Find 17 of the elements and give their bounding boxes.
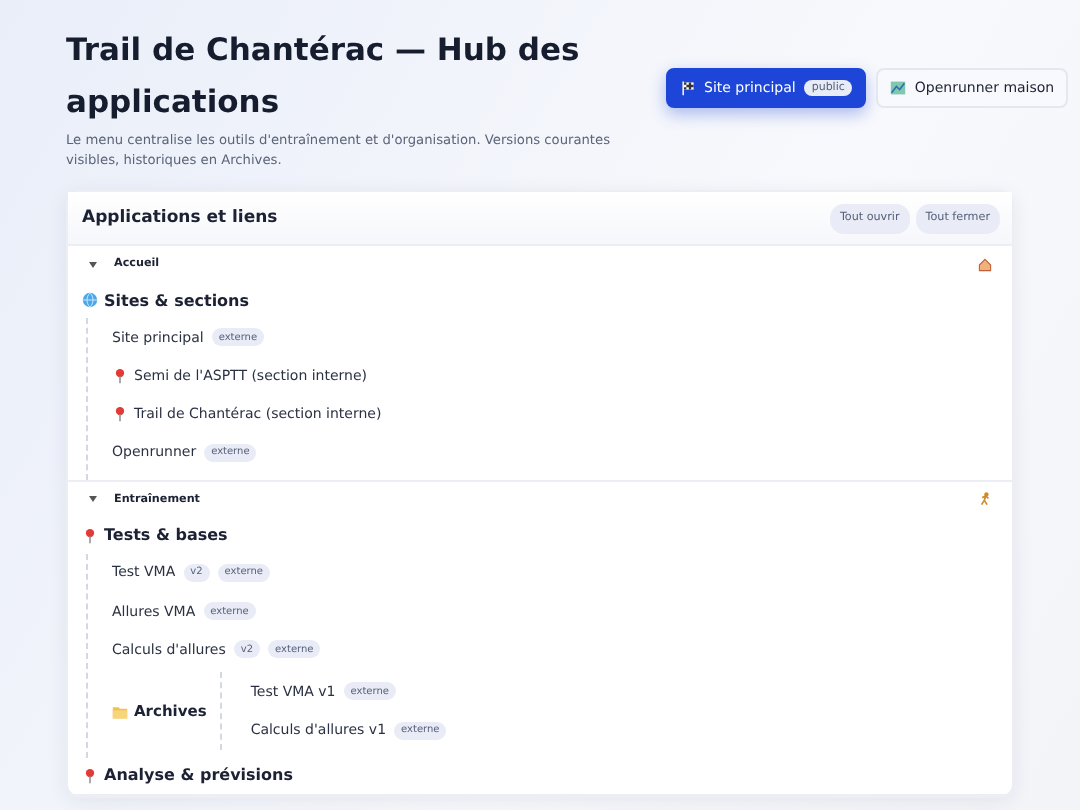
caret-icon[interactable] xyxy=(88,494,98,505)
group-title: Tests & bases xyxy=(104,526,228,545)
caret-icon[interactable] xyxy=(88,259,98,269)
pin-icon xyxy=(112,367,128,384)
house-icon xyxy=(978,257,992,271)
runner-icon xyxy=(978,492,992,507)
map-icon xyxy=(890,80,907,96)
page-title: Trail de Chantérac — Hub des applications xyxy=(66,30,582,124)
globe-icon xyxy=(82,292,98,308)
pin-icon xyxy=(112,405,128,422)
panel-title: Applications et liens xyxy=(82,208,278,228)
group-title: Sites & sections xyxy=(104,291,250,309)
pin-icon xyxy=(82,527,98,544)
pin-icon xyxy=(82,767,98,784)
group-title: Analyse & prévisions xyxy=(104,766,293,785)
folder-icon xyxy=(112,703,128,719)
flag-icon xyxy=(680,80,696,96)
